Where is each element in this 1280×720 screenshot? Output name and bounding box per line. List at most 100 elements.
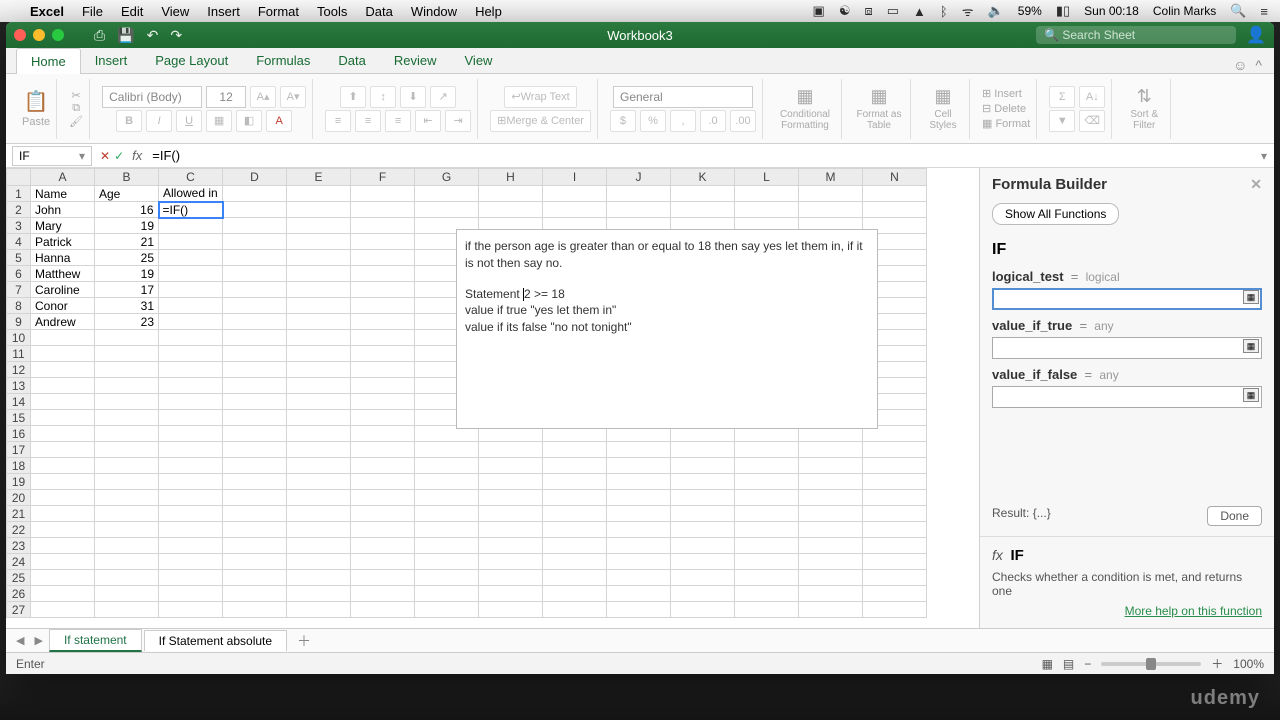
underline-button[interactable]: U <box>176 110 202 132</box>
cell-E13[interactable] <box>287 378 351 394</box>
merge-center-button[interactable]: ⊞ Merge & Center <box>490 110 591 132</box>
cell-A8[interactable]: Conor <box>31 298 95 314</box>
cell-I26[interactable] <box>543 586 607 602</box>
cell-D15[interactable] <box>223 410 287 426</box>
menu-view[interactable]: View <box>161 4 189 19</box>
wrap-text-button[interactable]: ↩ Wrap Text <box>504 86 576 108</box>
spotlight-icon[interactable]: 🔍 <box>1230 3 1246 19</box>
volume-icon[interactable]: 🔈 <box>988 3 1004 19</box>
row-header-5[interactable]: 5 <box>7 250 31 266</box>
menu-format[interactable]: Format <box>258 4 299 19</box>
cell-L24[interactable] <box>735 554 799 570</box>
row-header-25[interactable]: 25 <box>7 570 31 586</box>
bluetooth-icon[interactable]: ᛒ <box>940 4 948 19</box>
indent-inc-button[interactable]: ⇥ <box>445 110 471 132</box>
shrink-font-button[interactable]: A▾ <box>280 86 306 108</box>
orientation-button[interactable]: ↗ <box>430 86 456 108</box>
cell-L22[interactable] <box>735 522 799 538</box>
cell-B2[interactable]: 16 <box>95 202 159 218</box>
wifi-icon[interactable]: ᯤ <box>962 2 974 20</box>
cell-M19[interactable] <box>799 474 863 490</box>
cell-K23[interactable] <box>671 538 735 554</box>
cell-D14[interactable] <box>223 394 287 410</box>
cell-H19[interactable] <box>479 474 543 490</box>
tab-formulas[interactable]: Formulas <box>242 48 324 73</box>
col-header-B[interactable]: B <box>95 169 159 186</box>
align-center-button[interactable]: ≡ <box>355 110 381 132</box>
cell-D26[interactable] <box>223 586 287 602</box>
smiley-feedback-icon[interactable]: ☺ <box>1233 57 1247 73</box>
cell-A27[interactable] <box>31 602 95 618</box>
col-header-N[interactable]: N <box>863 169 927 186</box>
cell-D10[interactable] <box>223 330 287 346</box>
menu-insert[interactable]: Insert <box>207 4 240 19</box>
cell-A18[interactable] <box>31 458 95 474</box>
cell-B17[interactable] <box>95 442 159 458</box>
cell-C15[interactable] <box>159 410 223 426</box>
cell-C7[interactable] <box>159 282 223 298</box>
row-header-2[interactable]: 2 <box>7 202 31 218</box>
cell-D27[interactable] <box>223 602 287 618</box>
grow-font-button[interactable]: A▴ <box>250 86 276 108</box>
cell-H20[interactable] <box>479 490 543 506</box>
cell-G23[interactable] <box>415 538 479 554</box>
cell-F23[interactable] <box>351 538 415 554</box>
cell-C24[interactable] <box>159 554 223 570</box>
cell-M1[interactable] <box>799 186 863 202</box>
view-page-icon[interactable]: ▤ <box>1063 657 1074 671</box>
cell-I1[interactable] <box>543 186 607 202</box>
cell-E5[interactable] <box>287 250 351 266</box>
cell-G24[interactable] <box>415 554 479 570</box>
cell-F24[interactable] <box>351 554 415 570</box>
col-header-F[interactable]: F <box>351 169 415 186</box>
cell-C10[interactable] <box>159 330 223 346</box>
cell-F1[interactable] <box>351 186 415 202</box>
cell-C18[interactable] <box>159 458 223 474</box>
cell-D12[interactable] <box>223 362 287 378</box>
quick-save-icon[interactable]: ⎙ <box>94 27 105 44</box>
cell-E7[interactable] <box>287 282 351 298</box>
screen-record-icon[interactable]: ▣ <box>813 3 825 19</box>
cell-G22[interactable] <box>415 522 479 538</box>
col-header-M[interactable]: M <box>799 169 863 186</box>
cell-M2[interactable] <box>799 202 863 218</box>
cell-N27[interactable] <box>863 602 927 618</box>
cell-K25[interactable] <box>671 570 735 586</box>
range-picker-icon[interactable]: ▦ <box>1243 290 1259 304</box>
window-minimize-button[interactable] <box>33 29 45 41</box>
row-header-17[interactable]: 17 <box>7 442 31 458</box>
add-sheet-button[interactable]: ＋ <box>289 631 319 651</box>
align-top-button[interactable]: ⬆ <box>340 86 366 108</box>
cancel-edit-button[interactable]: ✕ <box>100 149 110 163</box>
cell-D18[interactable] <box>223 458 287 474</box>
fill-color-button[interactable]: ◧ <box>236 110 262 132</box>
cell-E16[interactable] <box>287 426 351 442</box>
row-header-10[interactable]: 10 <box>7 330 31 346</box>
arg-input-value_if_true[interactable] <box>992 337 1262 359</box>
cell-G17[interactable] <box>415 442 479 458</box>
cell-D22[interactable] <box>223 522 287 538</box>
cell-D7[interactable] <box>223 282 287 298</box>
cell-C26[interactable] <box>159 586 223 602</box>
cell-A16[interactable] <box>31 426 95 442</box>
cell-C25[interactable] <box>159 570 223 586</box>
menu-edit[interactable]: Edit <box>121 4 143 19</box>
cell-H17[interactable] <box>479 442 543 458</box>
cell-L25[interactable] <box>735 570 799 586</box>
cell-K21[interactable] <box>671 506 735 522</box>
cell-F26[interactable] <box>351 586 415 602</box>
view-normal-icon[interactable]: ▦ <box>1042 657 1053 671</box>
cell-E4[interactable] <box>287 234 351 250</box>
cell-J26[interactable] <box>607 586 671 602</box>
notifications-icon[interactable]: ≡ <box>1260 4 1268 19</box>
cell-A4[interactable]: Patrick <box>31 234 95 250</box>
cell-B24[interactable] <box>95 554 159 570</box>
cell-A10[interactable] <box>31 330 95 346</box>
cell-K18[interactable] <box>671 458 735 474</box>
cell-B13[interactable] <box>95 378 159 394</box>
zoom-out-button[interactable]: − <box>1084 657 1091 671</box>
cell-E1[interactable] <box>287 186 351 202</box>
cell-C21[interactable] <box>159 506 223 522</box>
cell-K17[interactable] <box>671 442 735 458</box>
airplay-icon[interactable]: ▲ <box>913 4 926 19</box>
